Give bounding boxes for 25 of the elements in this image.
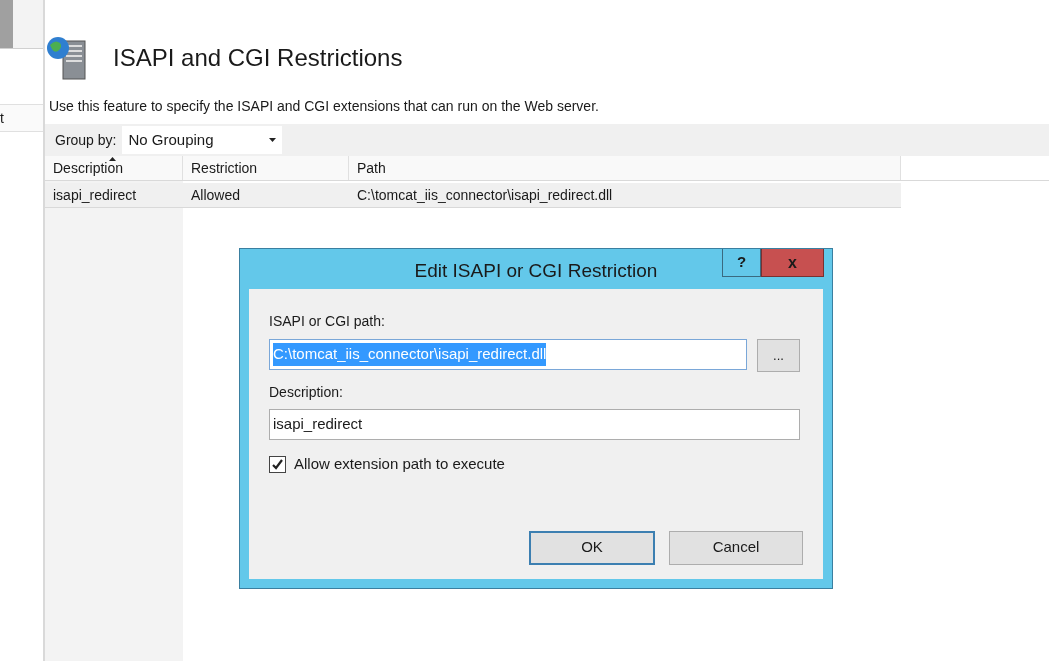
feature-description: Use this feature to specify the ISAPI and CGI extensions that can run on the Web server.: [48, 97, 600, 116]
column-header[interactable]: Restriction: [183, 156, 349, 180]
dialog-title: Edit ISAPI or CGI Restriction: [414, 258, 658, 283]
checkmark-icon: [271, 457, 284, 471]
scrollbar-thumb[interactable]: [0, 0, 13, 48]
path-label: ISAPI or CGI path:: [269, 312, 386, 331]
dialog-button[interactable]: Cancel: [669, 530, 803, 565]
table-cell-text: Allowed: [190, 185, 242, 205]
table-cell-text: C:\tomcat_iis_connector\isapi_redirect.dll: [356, 185, 614, 205]
column-header[interactable]: Description: [45, 156, 183, 180]
dialog-button[interactable]: OK: [529, 530, 655, 565]
checkbox-label: Allow extension path to execute: [294, 454, 505, 474]
description-label: Description:: [269, 383, 344, 402]
pane-text: t: [0, 111, 4, 125]
checkbox[interactable]: [269, 455, 286, 473]
close-button[interactable]: x: [761, 249, 824, 277]
browse-button[interactable]: ...: [757, 339, 800, 372]
group-by-dropdown[interactable]: No Grouping: [122, 126, 283, 154]
column-header[interactable]: Path: [349, 156, 901, 180]
sort-arrow-icon: [109, 157, 116, 161]
group-by-label: Group by:: [55, 130, 117, 150]
page-title: ISAPI and CGI Restrictions: [113, 46, 403, 70]
table-cell-text: isapi_redirect: [52, 185, 138, 205]
description-input-field[interactable]: isapi_redirect: [269, 409, 800, 440]
dropdown-caret-icon: [269, 138, 277, 142]
